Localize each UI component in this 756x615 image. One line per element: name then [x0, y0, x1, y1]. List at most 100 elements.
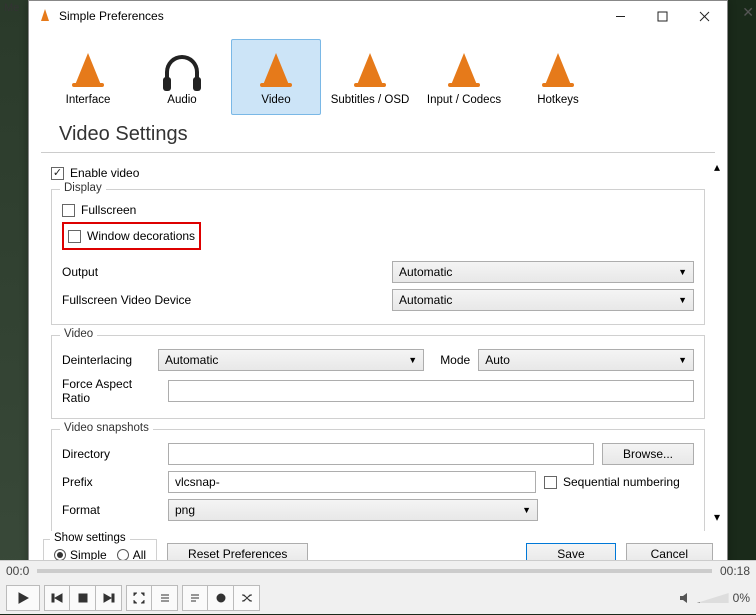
display-group: Display Fullscreen Window decorations Ou… — [51, 189, 705, 325]
enable-video-checkbox[interactable]: Enable video — [51, 163, 705, 183]
tab-audio[interactable]: Audio — [137, 39, 227, 115]
seek-slider[interactable] — [37, 569, 712, 573]
volume-percent: 0% — [733, 591, 750, 605]
fullscreen-toggle-button[interactable] — [126, 585, 152, 611]
chevron-down-icon: ▼ — [678, 295, 687, 305]
group-legend: Display — [60, 182, 106, 194]
checkbox-label: Sequential numbering — [563, 475, 680, 489]
settings-content: ▴ ▾ Enable video Display Fullscreen Wind… — [29, 153, 727, 531]
minimize-button[interactable] — [599, 2, 641, 30]
cone-board-icon — [443, 48, 485, 90]
select-value: Automatic — [399, 265, 452, 279]
select-value: png — [175, 503, 195, 517]
play-button[interactable] — [6, 585, 40, 611]
time-bar: 00:0 00:18 — [0, 561, 756, 581]
video-group: Video Deinterlacing Automatic ▼ Mode Aut… — [51, 335, 705, 419]
mode-select[interactable]: Auto ▼ — [478, 349, 694, 371]
tab-input-codecs[interactable]: Input / Codecs — [419, 39, 509, 115]
tab-label: Input / Codecs — [427, 94, 501, 106]
player-bar: 00:0 00:18 0% — [0, 560, 756, 614]
group-legend: Show settings — [50, 532, 130, 544]
field-label: Output — [62, 265, 384, 279]
group-legend: Video snapshots — [60, 422, 153, 434]
tab-subtitles[interactable]: Subtitles / OSD — [325, 39, 415, 115]
checkbox-icon — [544, 476, 557, 489]
prev-button[interactable] — [44, 585, 70, 611]
cone-keyboard-icon — [537, 48, 579, 90]
fullscreen-device-row: Fullscreen Video Device Automatic ▼ — [62, 286, 694, 314]
volume-slider[interactable] — [697, 593, 729, 603]
loop-button[interactable] — [208, 585, 234, 611]
background-close-icon[interactable]: ✕ — [742, 4, 754, 21]
extended-settings-button[interactable] — [152, 585, 178, 611]
cone-clapper-icon — [255, 48, 297, 90]
checkbox-icon — [51, 167, 64, 180]
tab-video[interactable]: Video — [231, 39, 321, 115]
format-row: Format png ▼ — [62, 496, 694, 524]
window-decorations-checkbox[interactable]: Window decorations — [68, 226, 195, 246]
field-label: Deinterlacing — [62, 353, 150, 367]
titlebar: Simple Preferences — [29, 1, 727, 31]
checkbox-icon — [62, 204, 75, 217]
tab-hotkeys[interactable]: Hotkeys — [513, 39, 603, 115]
playlist-button[interactable] — [182, 585, 208, 611]
tab-label: Interface — [66, 94, 111, 106]
checkbox-label: Fullscreen — [81, 203, 136, 217]
scroll-down-icon[interactable]: ▾ — [709, 509, 725, 525]
volume-control[interactable]: 0% — [679, 591, 750, 605]
stop-button[interactable] — [70, 585, 96, 611]
cone-icon — [67, 48, 109, 90]
chevron-down-icon: ▼ — [678, 355, 687, 365]
force-aspect-input[interactable] — [168, 380, 694, 402]
prefix-row: Prefix vlcsnap- Sequential numbering — [62, 468, 694, 496]
button-label: Browse... — [623, 447, 673, 461]
category-tabs: Interface Audio Video Subtitles / OSD In… — [29, 31, 727, 121]
time-total: 00:18 — [720, 564, 750, 578]
bg-menu-hint: Me — [0, 2, 19, 14]
force-aspect-row: Force Aspect Ratio — [62, 374, 694, 408]
format-select[interactable]: png ▼ — [168, 499, 538, 521]
select-value: Automatic — [399, 293, 452, 307]
field-label: Directory — [62, 447, 160, 461]
scroll-up-icon[interactable]: ▴ — [709, 159, 725, 175]
section-title: Video Settings — [41, 121, 715, 153]
button-label: Cancel — [651, 547, 688, 561]
fullscreen-device-select[interactable]: Automatic ▼ — [392, 289, 694, 311]
field-label: Format — [62, 503, 160, 517]
directory-row: Directory Browse... — [62, 440, 694, 468]
tab-label: Video — [261, 94, 290, 106]
highlight-annotation: Window decorations — [62, 222, 201, 250]
select-value: Auto — [485, 353, 510, 367]
checkbox-label: Enable video — [70, 166, 139, 180]
group-legend: Video — [60, 328, 97, 340]
close-button[interactable] — [683, 2, 725, 30]
tab-interface[interactable]: Interface — [43, 39, 133, 115]
prefix-input[interactable]: vlcsnap- — [168, 471, 536, 493]
field-label: Mode — [432, 353, 470, 367]
deinterlacing-row: Deinterlacing Automatic ▼ Mode Auto ▼ — [62, 346, 694, 374]
chevron-down-icon: ▼ — [678, 267, 687, 277]
background-window: Me — [0, 0, 28, 614]
cone-page-icon — [349, 48, 391, 90]
field-label: Prefix — [62, 475, 160, 489]
browse-button[interactable]: Browse... — [602, 443, 694, 465]
checkbox-icon — [68, 230, 81, 243]
output-select[interactable]: Automatic ▼ — [392, 261, 694, 283]
directory-input[interactable] — [168, 443, 594, 465]
time-elapsed: 00:0 — [6, 564, 29, 578]
next-button[interactable] — [96, 585, 122, 611]
deinterlacing-select[interactable]: Automatic ▼ — [158, 349, 424, 371]
shuffle-button[interactable] — [234, 585, 260, 611]
chevron-down-icon: ▼ — [522, 505, 531, 515]
maximize-button[interactable] — [641, 2, 683, 30]
output-row: Output Automatic ▼ — [62, 258, 694, 286]
button-label: Save — [557, 547, 584, 561]
fullscreen-checkbox[interactable]: Fullscreen — [62, 200, 694, 220]
snapshots-group: Video snapshots Directory Browse... Pref… — [51, 429, 705, 531]
player-controls: 0% — [0, 581, 756, 615]
sequential-checkbox[interactable]: Sequential numbering — [544, 472, 694, 492]
tab-label: Audio — [167, 94, 196, 106]
speaker-icon — [679, 591, 693, 605]
input-value: vlcsnap- — [175, 475, 220, 489]
select-value: Automatic — [165, 353, 218, 367]
